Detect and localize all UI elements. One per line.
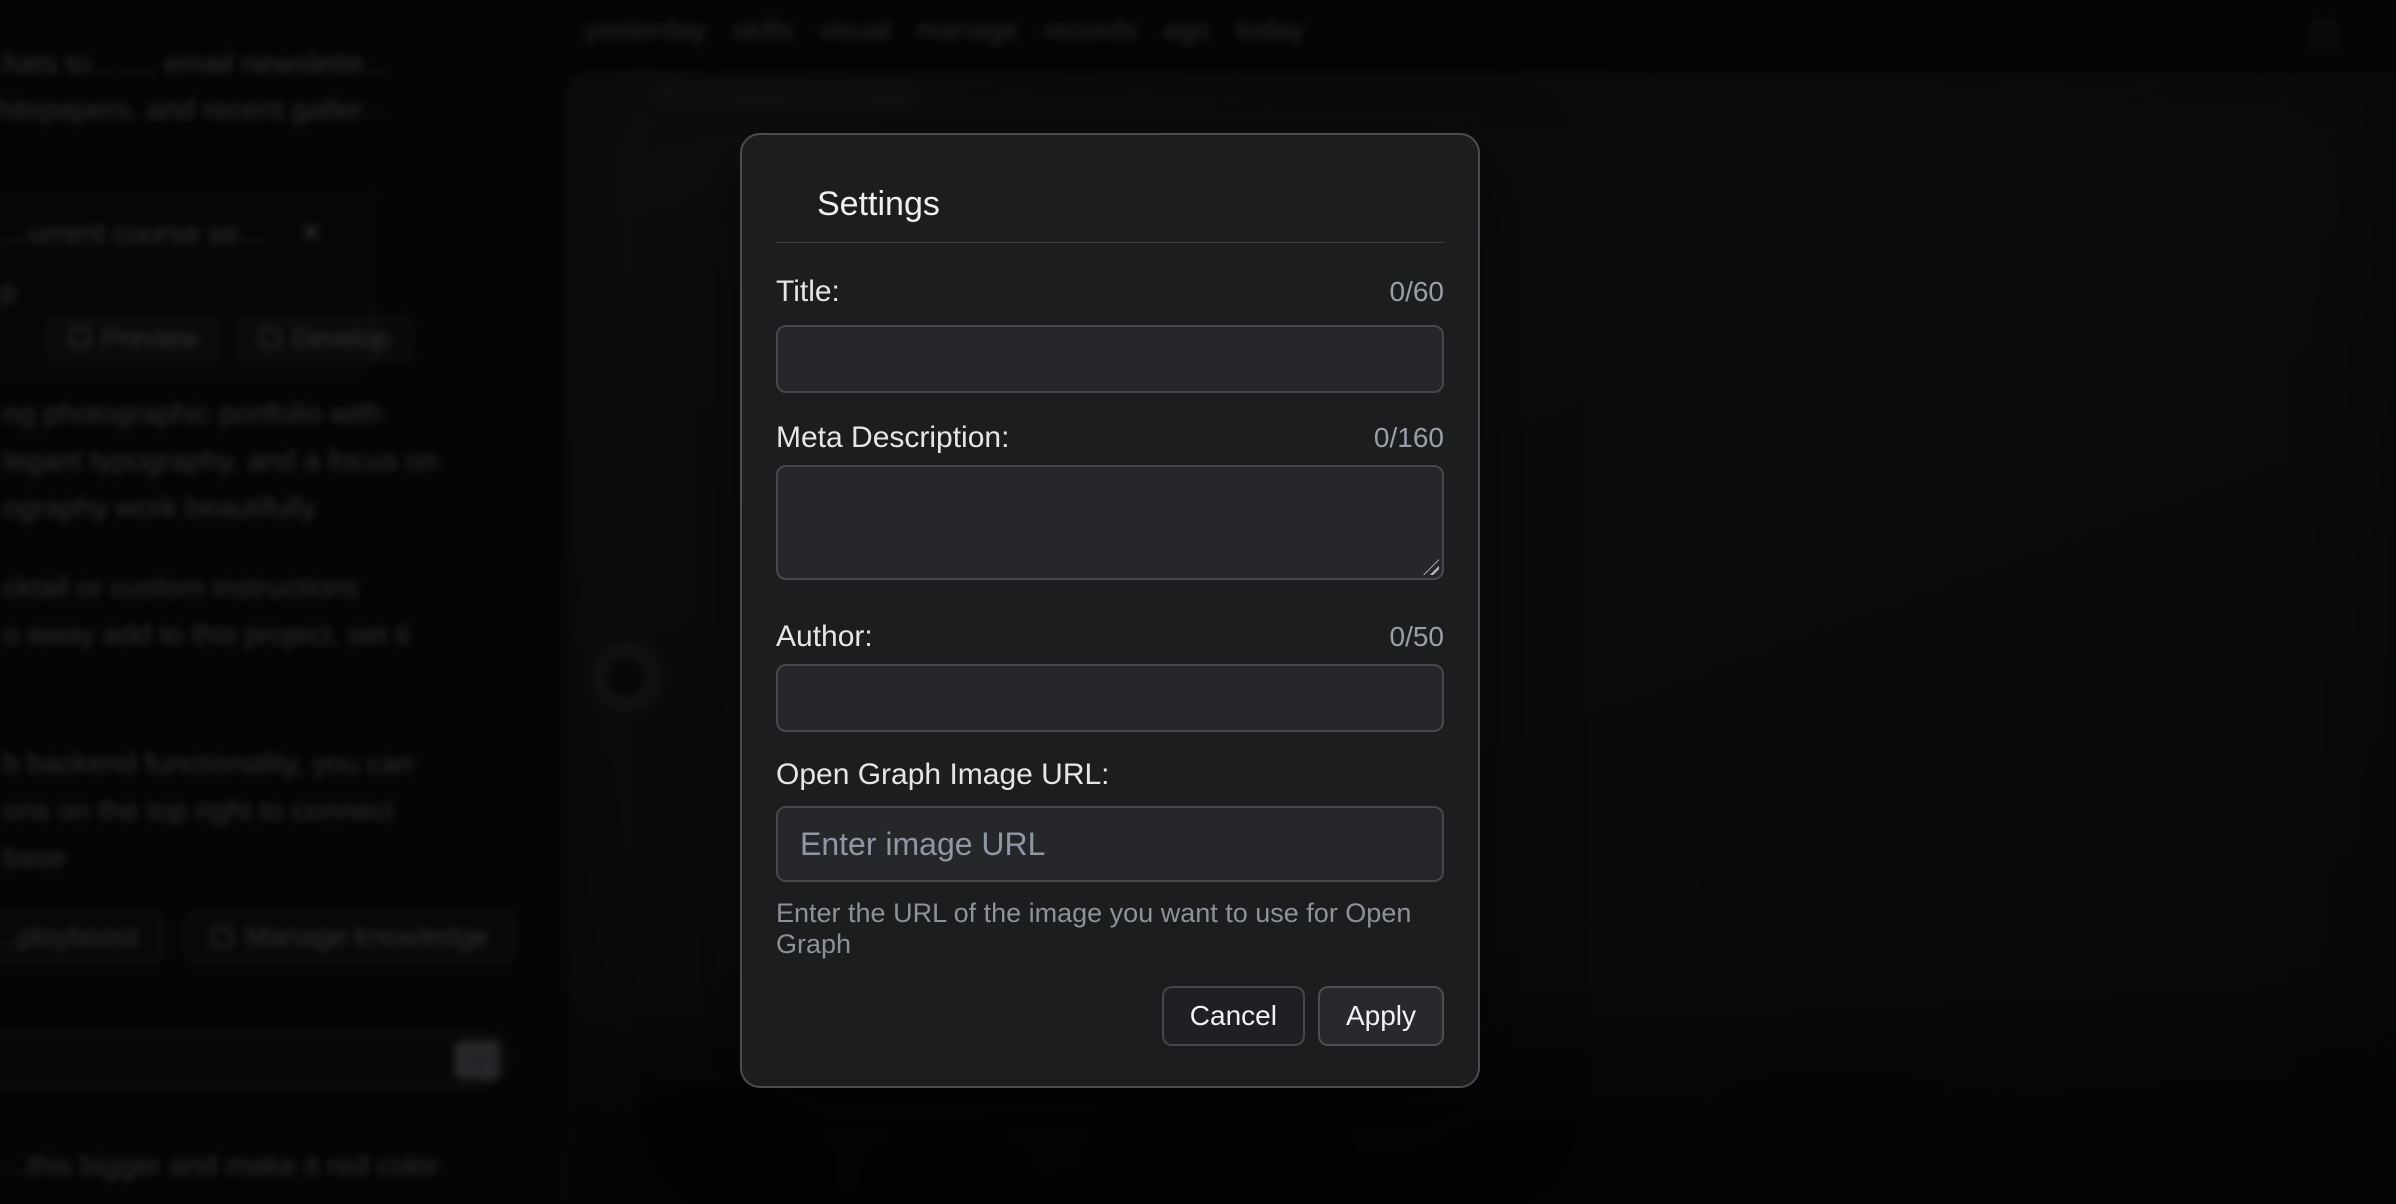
meta-field-row: Meta Description: 0/160 (776, 419, 1444, 457)
modal-divider (776, 242, 1444, 243)
title-input[interactable] (776, 325, 1444, 393)
title-char-counter: 0/60 (1390, 276, 1445, 308)
modal-actions: Cancel Apply (776, 986, 1444, 1046)
author-label: Author: (776, 618, 873, 656)
app-window: yesterday skills visual manage records a… (0, 0, 2396, 1204)
meta-textarea-wrap (776, 465, 1444, 580)
title-label: Title: (776, 273, 840, 311)
meta-char-counter: 0/160 (1374, 422, 1444, 454)
author-char-counter: 0/50 (1390, 621, 1445, 653)
og-image-url-input[interactable] (776, 806, 1444, 882)
meta-description-textarea[interactable] (776, 465, 1444, 580)
title-field-row: Title: 0/60 (776, 273, 1444, 311)
author-input[interactable] (776, 664, 1444, 732)
apply-button[interactable]: Apply (1318, 986, 1444, 1046)
og-field-row: Open Graph Image URL: (776, 756, 1444, 794)
author-field-row: Author: 0/50 (776, 618, 1444, 656)
og-image-url-label: Open Graph Image URL: (776, 756, 1110, 794)
modal-title: Settings (776, 183, 1444, 225)
cancel-button[interactable]: Cancel (1162, 986, 1305, 1046)
settings-modal: Settings Title: 0/60 Meta Description: 0… (740, 133, 1480, 1088)
og-helper-text: Enter the URL of the image you want to u… (776, 898, 1444, 960)
meta-description-label: Meta Description: (776, 419, 1009, 457)
